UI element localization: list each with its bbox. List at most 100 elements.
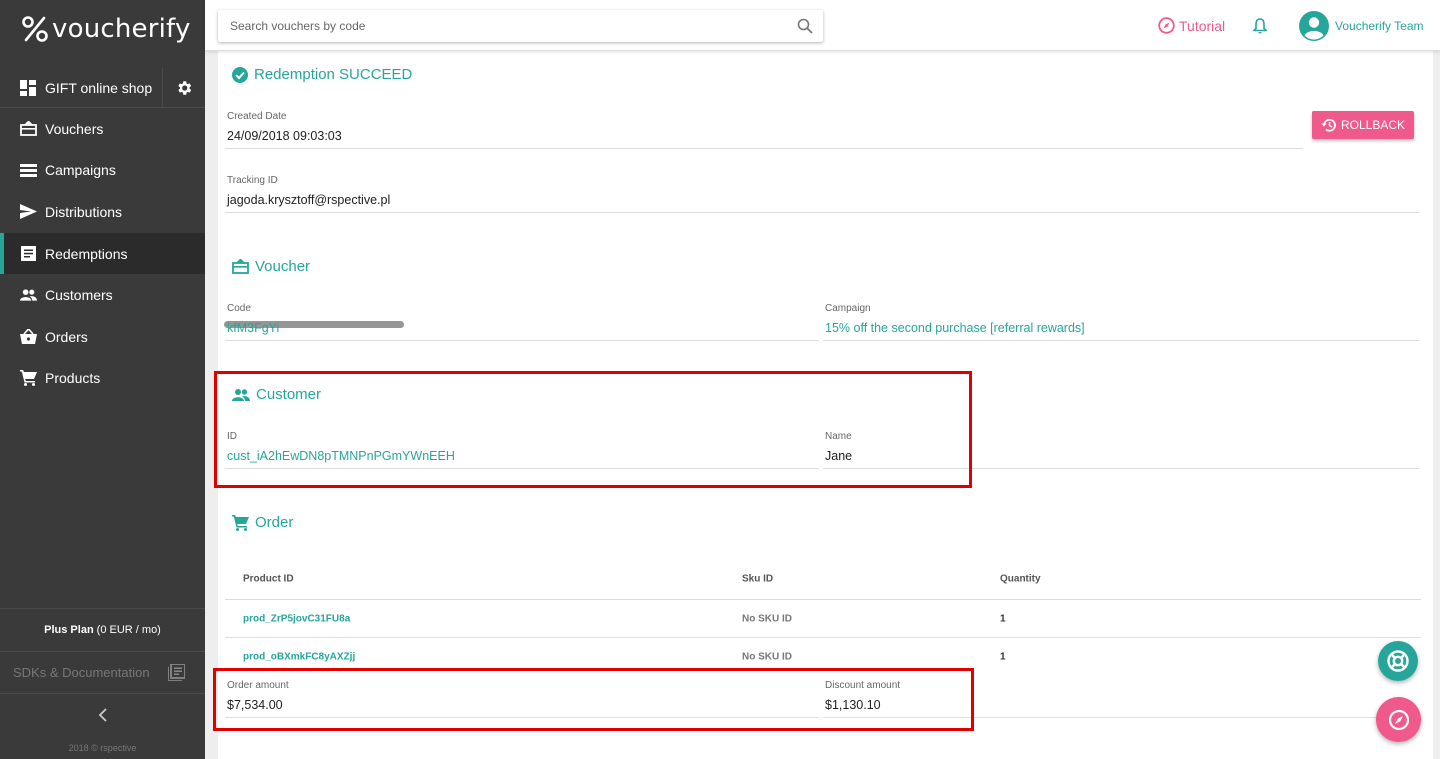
customer-name-field: Name Jane bbox=[823, 431, 1419, 469]
customer-name-value: Jane bbox=[825, 449, 853, 463]
table-row: prod_ZrP5jovC31FU8a No SKU ID 1 bbox=[225, 600, 1421, 638]
sidebar-item-label: Redemptions bbox=[45, 245, 128, 262]
sidebar-item-distributions[interactable]: Distributions bbox=[0, 191, 205, 233]
sidebar-item-label: Vouchers bbox=[45, 120, 104, 137]
column-header-product-id: Product ID bbox=[243, 573, 294, 584]
percent-logo-icon bbox=[22, 16, 48, 42]
main-content: Redemption SUCCEED Created Date 24/09/20… bbox=[205, 51, 1440, 759]
voucher-code-field: Code kfM3FgYi bbox=[225, 303, 819, 341]
sidebar-item-redemptions[interactable]: Redemptions bbox=[0, 232, 205, 275]
tutorial-button[interactable]: Tutorial bbox=[1158, 17, 1225, 34]
sidebar-item-label: Orders bbox=[45, 328, 88, 345]
logo-text: voucherify bbox=[52, 14, 191, 44]
basket-icon bbox=[20, 328, 37, 345]
search-box bbox=[218, 10, 823, 42]
order-title: Order bbox=[255, 514, 294, 531]
plan-price: (0 EUR / mo) bbox=[96, 624, 161, 636]
redemption-section-title: Redemption SUCCEED bbox=[232, 66, 412, 83]
sidebar: voucherify GIFT online shop Vouchers Cam… bbox=[0, 0, 205, 759]
field-underline bbox=[225, 717, 819, 718]
campaign-link[interactable]: 15% off the second purchase [referral re… bbox=[825, 321, 1419, 335]
order-amount-value: $7,534.00 bbox=[227, 698, 283, 712]
order-items-table: Product ID Sku ID Quantity prod_ZrP5jovC… bbox=[225, 558, 1421, 676]
sidebar-item-vouchers[interactable]: Vouchers bbox=[0, 108, 205, 150]
field-underline bbox=[225, 212, 1419, 213]
user-menu[interactable]: Voucherify Team bbox=[1299, 11, 1424, 41]
sdk-docs-link[interactable]: SDKs & Documentation bbox=[0, 652, 205, 694]
created-date-value: 24/09/2018 09:03:03 bbox=[227, 129, 342, 143]
search-icon[interactable] bbox=[797, 18, 813, 34]
voucher-title: Voucher bbox=[255, 258, 311, 275]
tutorial-fab-button[interactable] bbox=[1376, 697, 1421, 742]
sdk-docs-label: SDKs & Documentation bbox=[13, 665, 150, 680]
plan-name: Plus Plan bbox=[44, 624, 94, 636]
campaign-label: Campaign bbox=[825, 303, 871, 314]
gear-icon bbox=[178, 81, 192, 95]
voucher-icon bbox=[232, 259, 249, 274]
voucher-icon bbox=[20, 120, 37, 137]
sidebar-item-label: Distributions bbox=[45, 203, 123, 220]
created-date-field: Created Date 24/09/2018 09:03:03 bbox=[225, 111, 1305, 149]
lifebuoy-icon bbox=[1387, 650, 1409, 672]
customer-title: Customer bbox=[256, 386, 322, 403]
sidebar-item-orders[interactable]: Orders bbox=[0, 316, 205, 358]
discount-amount-value: $1,130.10 bbox=[825, 698, 881, 712]
tracking-id-value: jagoda.krysztoff@rspective.pl bbox=[227, 193, 391, 207]
created-date-label: Created Date bbox=[227, 111, 287, 122]
rollback-button[interactable]: ROLLBACK bbox=[1312, 111, 1414, 139]
check-circle-icon bbox=[232, 66, 248, 83]
help-button[interactable] bbox=[1378, 641, 1418, 681]
customer-section-title: Customer bbox=[232, 386, 321, 403]
table-header: Product ID Sku ID Quantity bbox=[225, 558, 1421, 600]
notifications-button[interactable] bbox=[1252, 18, 1268, 39]
redemptions-icon bbox=[20, 245, 37, 262]
project-row: GIFT online shop bbox=[0, 68, 205, 108]
voucher-section-title: Voucher bbox=[232, 258, 310, 275]
rollback-label: ROLLBACK bbox=[1340, 118, 1406, 132]
product-id-link[interactable]: prod_ZrP5jovC31FU8a bbox=[243, 613, 350, 624]
customer-id-link[interactable]: cust_iA2hEwDN8pTMNPnPGmYWnEEH bbox=[227, 449, 819, 463]
sidebar-item-label: Customers bbox=[45, 287, 113, 304]
order-section-title: Order bbox=[232, 514, 293, 531]
discount-amount-field: Discount amount $1,130.10 bbox=[823, 680, 1419, 718]
order-amount-field: Order amount $7,534.00 bbox=[225, 680, 819, 718]
tutorial-label: Tutorial bbox=[1179, 17, 1226, 34]
column-header-sku-id: Sku ID bbox=[742, 573, 774, 584]
project-settings-button[interactable] bbox=[162, 68, 205, 108]
search-input[interactable] bbox=[230, 19, 780, 33]
field-underline bbox=[225, 468, 819, 469]
collapse-sidebar-button[interactable] bbox=[0, 694, 205, 736]
documentation-icon bbox=[168, 664, 185, 681]
field-underline bbox=[225, 340, 819, 341]
topbar: Tutorial Voucherify Team bbox=[205, 0, 1440, 51]
sidebar-item-products[interactable]: Products bbox=[0, 358, 205, 400]
sidebar-item-campaigns[interactable]: Campaigns bbox=[0, 150, 205, 192]
field-underline bbox=[823, 468, 1419, 469]
compass-icon bbox=[1158, 17, 1175, 34]
cart-icon bbox=[20, 370, 37, 387]
plan-info: Plus Plan (0 EUR / mo) bbox=[0, 608, 205, 652]
sidebar-item-label: Products bbox=[45, 370, 101, 387]
order-amount-label: Order amount bbox=[227, 680, 289, 691]
sku-id-value: No SKU ID bbox=[742, 613, 792, 624]
cart-icon bbox=[232, 514, 249, 531]
column-header-quantity: Quantity bbox=[1000, 573, 1041, 584]
sidebar-item-label: Campaigns bbox=[45, 162, 116, 179]
customer-id-field: ID cust_iA2hEwDN8pTMNPnPGmYWnEEH bbox=[225, 431, 819, 469]
voucher-code-link[interactable]: kfM3FgYi bbox=[227, 321, 819, 335]
sku-id-value: No SKU ID bbox=[742, 651, 792, 663]
project-label: GIFT online shop bbox=[45, 80, 153, 96]
discount-amount-label: Discount amount bbox=[825, 680, 901, 691]
project-selector[interactable]: GIFT online shop bbox=[0, 68, 162, 108]
quantity-value: 1 bbox=[1000, 651, 1006, 663]
field-underline bbox=[823, 717, 1419, 718]
voucherify-logo[interactable]: voucherify bbox=[22, 14, 191, 44]
customer-name-label: Name bbox=[825, 431, 852, 442]
avatar-icon bbox=[1299, 11, 1329, 41]
customer-id-label: ID bbox=[227, 431, 237, 442]
campaigns-icon bbox=[20, 162, 37, 179]
product-id-link[interactable]: prod_oBXmkFC8yAXZjj bbox=[243, 652, 355, 663]
sidebar-item-customers[interactable]: Customers bbox=[0, 274, 205, 316]
tracking-id-field: Tracking ID jagoda.krysztoff@rspective.p… bbox=[224, 175, 1419, 328]
field-underline bbox=[823, 340, 1419, 341]
